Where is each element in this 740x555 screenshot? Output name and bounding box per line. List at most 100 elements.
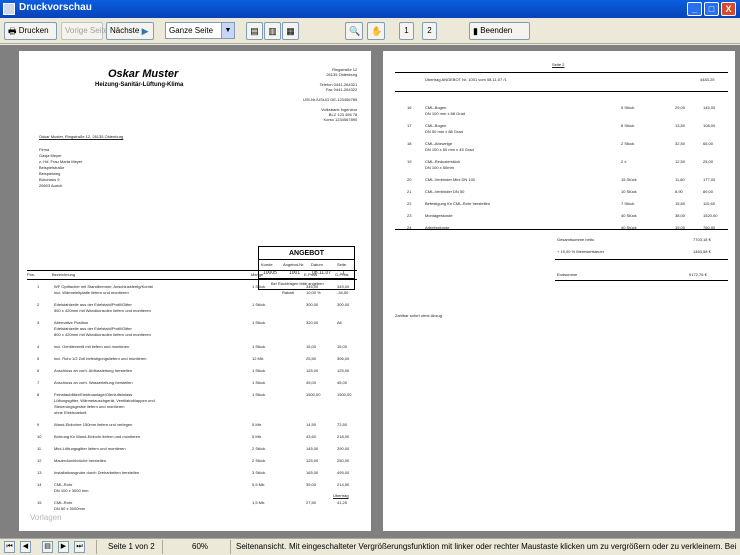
row-description: Steuerungsgeräte liefern und montieren bbox=[54, 404, 125, 409]
row-pos: 10 bbox=[37, 434, 42, 439]
carry-line: Übertrag ANGEBOT Nr. 1001 vom 08.11.07 /… bbox=[425, 77, 507, 82]
row-total: 125,00 bbox=[337, 368, 350, 373]
row-unit-price: 1500,00 bbox=[306, 392, 321, 397]
row-pos: 9 bbox=[37, 422, 40, 427]
row-qty: 2 Stück bbox=[252, 446, 266, 451]
exit-door-icon: ▮ bbox=[473, 26, 478, 36]
print-button[interactable]: 🖶 Drucken bbox=[4, 22, 57, 40]
play-arrow-icon: ▶ bbox=[141, 26, 149, 36]
row-qty: 7 Stück bbox=[621, 201, 635, 206]
row-total: 250,00 bbox=[337, 458, 350, 463]
row-description: CML-Verbinder DN 50 bbox=[425, 189, 465, 194]
row-unit-price: 15,80 bbox=[675, 201, 686, 206]
row-qty: 1 Stück bbox=[252, 344, 266, 349]
row-unit-price: 39,00 bbox=[306, 482, 317, 487]
chevron-down-icon: ▼ bbox=[221, 23, 234, 38]
carry-over-label: Übertrag bbox=[333, 493, 349, 498]
row-pos: 12 bbox=[37, 458, 42, 463]
multi-page-view-button[interactable]: ▦ bbox=[282, 22, 299, 40]
row-pos: 7 bbox=[37, 380, 40, 385]
angebot-title: ANGEBOT bbox=[259, 247, 354, 260]
row-unit-price: 300,00 bbox=[306, 302, 319, 307]
exit-button[interactable]: ▮ Beenden bbox=[469, 22, 530, 40]
zoom-select[interactable]: Ganze Seite ▼ bbox=[165, 22, 235, 39]
prev-page-button[interactable]: Vorige Seite bbox=[61, 22, 108, 40]
row-total: 110,60 bbox=[703, 201, 715, 206]
row-unit-price: 145,00 bbox=[306, 446, 319, 451]
row-discount-rate: 10,00 % bbox=[306, 290, 321, 295]
last-page-button[interactable]: ⏭ bbox=[74, 541, 85, 553]
row-total: 1500,00 bbox=[337, 392, 352, 397]
col-header-pos: Pos. bbox=[27, 272, 36, 277]
recipient-line: 26603 Aurich bbox=[39, 183, 63, 188]
row-description: ohne Elektroarbeit bbox=[54, 410, 87, 415]
col-header-price: E-Preis bbox=[304, 272, 318, 277]
row-pos: 21 bbox=[407, 189, 412, 194]
row-total: 218,00 bbox=[337, 434, 350, 439]
row-total: 290,00 bbox=[337, 446, 350, 451]
row-unit-price: 11,80 bbox=[675, 177, 685, 182]
row-description: CML-Rohr bbox=[54, 482, 73, 487]
row-total: 41,25 bbox=[337, 500, 348, 505]
row-total: 89,00 bbox=[703, 189, 714, 194]
row-unit-price: 125,00 bbox=[306, 368, 319, 373]
col-header-desc: Bezeichnung bbox=[52, 272, 76, 277]
row-total: 300,00 bbox=[337, 302, 350, 307]
preview-area[interactable]: Oskar Muster Heizung-Sanitär-Lüftung-Kli… bbox=[0, 45, 740, 538]
row-qty: 1 Stück bbox=[252, 320, 266, 325]
hand-tool-button[interactable]: ✋ bbox=[367, 22, 385, 40]
row-pos: 13 bbox=[37, 470, 42, 475]
row-unit-price: 38,00 bbox=[675, 213, 686, 218]
row-pos: 1 bbox=[37, 284, 40, 289]
next-page-nav-button[interactable]: ▶ bbox=[58, 541, 69, 553]
angebot-col: Angebot-Nr. bbox=[283, 262, 305, 267]
row-pos: 8 bbox=[37, 392, 40, 397]
two-page-view-button[interactable]: ▥ bbox=[264, 22, 281, 40]
maximize-button[interactable]: □ bbox=[704, 2, 719, 16]
row-pos: 17 bbox=[407, 123, 412, 128]
carry-value: 4483,25 bbox=[700, 77, 715, 82]
row-unit-price: 12,50 bbox=[675, 159, 686, 164]
vat-value: 1463,58 € bbox=[693, 249, 711, 254]
row-total: 1520,00 bbox=[703, 213, 718, 218]
next-page-label: Nächste bbox=[110, 26, 140, 36]
last-page-icon: ⏭ bbox=[76, 543, 83, 550]
page-icon-button[interactable]: ▤ bbox=[42, 541, 53, 553]
row-description: incl. Rohr 1/2 Zoll befestigungsliefern … bbox=[54, 356, 147, 361]
row-description: Anschluss an vorh. Abflussleitung herste… bbox=[54, 368, 133, 373]
single-page-view-button[interactable]: ▤ bbox=[246, 22, 263, 40]
row-description: WF Optifacher mit Standbrenner, Anschlus… bbox=[54, 284, 153, 289]
row-description: Befestigung für CML-Rohr herstellen bbox=[425, 201, 490, 206]
row-qty: 12 Mtr. bbox=[252, 356, 265, 361]
summary-rule bbox=[395, 229, 728, 230]
row-qty: 5 Stück bbox=[621, 105, 635, 110]
row-description: CML-Verbinder Mini DN 100 bbox=[425, 177, 476, 182]
row-pos: 6 bbox=[37, 368, 40, 373]
row-pos: 3 bbox=[37, 320, 40, 325]
row-qty: 1 Stück bbox=[252, 380, 266, 385]
close-button[interactable]: X bbox=[721, 2, 736, 16]
page-info: Seite 1 von 2 bbox=[108, 542, 155, 551]
separator bbox=[96, 540, 97, 554]
header-rule bbox=[395, 72, 728, 73]
row-total: 25,00 bbox=[703, 159, 714, 164]
page-1-button[interactable]: 1 bbox=[399, 22, 414, 40]
zoom-button[interactable]: 🔍 bbox=[345, 22, 363, 40]
next-page-button[interactable]: Nächste ▶ bbox=[106, 22, 154, 40]
minimize-button[interactable]: _ bbox=[687, 2, 702, 16]
row-unit-price: 125,00 bbox=[306, 458, 319, 463]
row-unit-price: 27,50 bbox=[306, 500, 317, 505]
single-page-icon: ▤ bbox=[250, 26, 259, 36]
row-description: Feinstaubfilter/Elektroanlage/Ofenluftei… bbox=[54, 392, 133, 397]
prev-page-nav-button[interactable]: ◀ bbox=[20, 541, 31, 553]
exit-label: Beenden bbox=[480, 26, 513, 36]
row-description: 800 x 420mm mit Wandkonsolen liefern und… bbox=[54, 332, 151, 337]
page-2-button[interactable]: 2 bbox=[422, 22, 437, 40]
row-description: incl. Wärmeleitplatte liefern und montie… bbox=[54, 290, 129, 295]
row-unit-price: 165,00 bbox=[306, 470, 319, 475]
prev-icon: ◀ bbox=[22, 543, 29, 550]
row-pos: 16 bbox=[407, 105, 412, 110]
row-unit-price: 43,60 bbox=[306, 434, 317, 439]
app-icon bbox=[3, 3, 15, 15]
first-page-button[interactable]: ⏮ bbox=[4, 541, 15, 553]
